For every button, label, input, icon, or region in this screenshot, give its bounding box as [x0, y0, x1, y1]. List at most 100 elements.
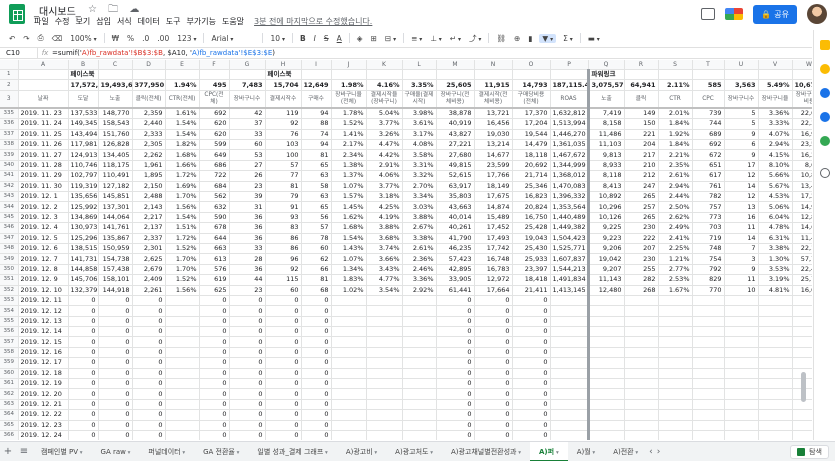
- cell[interactable]: 25,933: [512, 253, 551, 265]
- cell[interactable]: 0: [229, 326, 266, 338]
- cell[interactable]: [366, 357, 403, 369]
- cell[interactable]: 19,043: [512, 233, 551, 244]
- cell[interactable]: 17,664: [474, 285, 513, 296]
- column-header[interactable]: C: [98, 60, 133, 70]
- cell[interactable]: 230: [624, 253, 659, 265]
- cell[interactable]: 78: [301, 233, 332, 244]
- cell[interactable]: 3.53%: [758, 264, 793, 276]
- text-wrap-icon[interactable]: ↵: [449, 34, 462, 43]
- row-header[interactable]: 337: [0, 129, 19, 141]
- date-cell[interactable]: 2019. 11. 25: [18, 129, 69, 141]
- date-cell[interactable]: 2019. 11. 26: [18, 139, 69, 151]
- summary-cell[interactable]: 585: [692, 79, 725, 91]
- cell[interactable]: 5.66%: [758, 170, 793, 182]
- cell[interactable]: [588, 420, 625, 432]
- cell[interactable]: 22,435: [792, 264, 812, 276]
- cell[interactable]: 3.77%: [366, 118, 403, 130]
- meet-icon[interactable]: [725, 8, 744, 20]
- cell[interactable]: [366, 336, 403, 348]
- cell[interactable]: 150,959: [98, 243, 133, 255]
- date-cell[interactable]: 2019. 12. 14: [18, 326, 69, 338]
- row-header[interactable]: 343: [0, 191, 19, 203]
- cell[interactable]: 5: [724, 108, 759, 120]
- cell[interactable]: 57,779: [792, 253, 812, 265]
- cell[interactable]: 77: [265, 170, 302, 182]
- row-header[interactable]: 356: [0, 326, 19, 338]
- keep-icon[interactable]: [820, 64, 830, 74]
- cell[interactable]: 620: [199, 118, 230, 130]
- cell[interactable]: 2,143: [132, 201, 166, 213]
- cell[interactable]: 7,419: [588, 108, 625, 120]
- cell[interactable]: [165, 368, 200, 380]
- row-header[interactable]: 3: [0, 90, 19, 110]
- cell[interactable]: 0: [301, 420, 332, 432]
- cell[interactable]: 13,214: [474, 139, 513, 151]
- cell[interactable]: 1,413,145: [550, 285, 590, 296]
- cell[interactable]: 1.72%: [165, 233, 200, 244]
- tab-scroll-left-icon[interactable]: ‹: [647, 447, 655, 457]
- cell[interactable]: 576: [199, 264, 230, 276]
- cell[interactable]: [165, 305, 200, 317]
- cell[interactable]: 0: [265, 409, 302, 421]
- cell[interactable]: 0: [98, 378, 133, 390]
- summary-cell[interactable]: 3,563: [724, 79, 759, 91]
- cell[interactable]: 2.35%: [658, 160, 693, 172]
- cell[interactable]: 92: [265, 264, 302, 276]
- cell[interactable]: 81: [265, 181, 302, 193]
- cell[interactable]: 134,869: [68, 212, 99, 224]
- cell[interactable]: [366, 295, 403, 307]
- cell[interactable]: 0: [436, 368, 475, 380]
- cell[interactable]: 1.70%: [165, 253, 200, 265]
- cell[interactable]: [724, 316, 759, 328]
- cell[interactable]: [165, 388, 200, 400]
- insert-link-icon[interactable]: ⛓: [495, 34, 507, 43]
- column-title-cell[interactable]: 클릭(전체): [132, 90, 166, 110]
- cell[interactable]: 0: [436, 326, 475, 338]
- cell[interactable]: 5.04%: [366, 108, 403, 120]
- cell[interactable]: [366, 69, 403, 81]
- column-title-cell[interactable]: 결제시작율(장바구니): [366, 90, 403, 110]
- cell[interactable]: 61,441: [436, 285, 475, 296]
- cell[interactable]: [550, 399, 590, 411]
- cell[interactable]: 10,126: [588, 212, 625, 224]
- cell[interactable]: 0: [512, 368, 551, 380]
- cell[interactable]: [658, 305, 693, 317]
- cell[interactable]: [331, 69, 367, 81]
- cell[interactable]: [402, 378, 437, 390]
- horizontal-align-icon[interactable]: ≡: [410, 34, 423, 43]
- cell[interactable]: 0: [68, 430, 99, 440]
- cell[interactable]: 2,333: [132, 129, 166, 141]
- cell[interactable]: 0: [512, 409, 551, 421]
- cell[interactable]: [366, 316, 403, 328]
- cell[interactable]: 0: [265, 388, 302, 400]
- cell[interactable]: 11: [724, 274, 759, 286]
- cell[interactable]: [550, 316, 590, 328]
- cell[interactable]: 1.51%: [165, 222, 200, 234]
- cell[interactable]: [402, 295, 437, 307]
- cell[interactable]: 0: [512, 316, 551, 328]
- cell[interactable]: 0: [132, 388, 166, 400]
- cell[interactable]: 4.25%: [366, 201, 403, 213]
- cell[interactable]: [658, 368, 693, 380]
- paint-format-icon[interactable]: ⌫: [51, 34, 64, 43]
- cell[interactable]: [692, 305, 725, 317]
- cell[interactable]: 127,182: [98, 181, 133, 193]
- cell[interactable]: 17,204: [512, 118, 551, 130]
- cell[interactable]: 686: [199, 160, 230, 172]
- cell[interactable]: [792, 336, 812, 348]
- vertical-align-icon[interactable]: ⊥: [429, 34, 442, 43]
- cell[interactable]: 3.77%: [366, 181, 403, 193]
- cell[interactable]: 770: [692, 285, 725, 296]
- cell[interactable]: [165, 378, 200, 390]
- cell[interactable]: 21,411: [512, 285, 551, 296]
- cell[interactable]: 0: [132, 305, 166, 317]
- column-title-cell[interactable]: CTR(전체): [165, 90, 200, 110]
- cell[interactable]: 5.06%: [758, 201, 793, 213]
- cell[interactable]: 1.92%: [658, 129, 693, 141]
- cell[interactable]: 613: [199, 253, 230, 265]
- cell[interactable]: 66: [301, 264, 332, 276]
- cell[interactable]: 0: [301, 388, 332, 400]
- cell[interactable]: 2,301: [132, 243, 166, 255]
- date-cell[interactable]: 2019. 11. 27: [18, 149, 69, 161]
- cell[interactable]: 1.69%: [165, 181, 200, 193]
